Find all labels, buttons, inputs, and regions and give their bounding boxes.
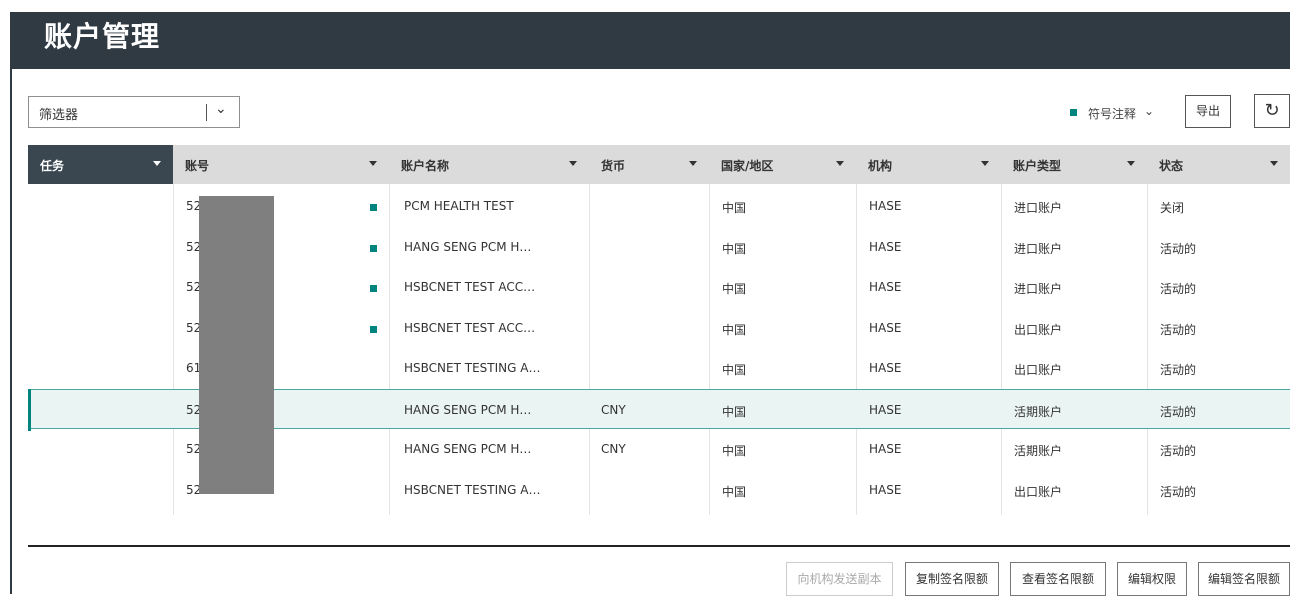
status-cell: 活动的 bbox=[1160, 444, 1197, 458]
account-name-cell: HSBCNET TESTING A… bbox=[404, 361, 541, 375]
account-name-cell: HSBCNET TEST ACC… bbox=[404, 320, 536, 335]
status-cell: 活动的 bbox=[1160, 241, 1197, 256]
institution-cell: HASE bbox=[869, 442, 902, 456]
view-signing-limit-button[interactable]: 查看签名限额 bbox=[1010, 562, 1106, 596]
account-type-cell: 活期账户 bbox=[1014, 404, 1063, 419]
caret-down-icon bbox=[836, 161, 844, 166]
institution-cell: HASE bbox=[869, 239, 902, 254]
institution-cell: HASE bbox=[869, 482, 902, 497]
column-header-account-type[interactable]: 账户类型 bbox=[1001, 145, 1147, 184]
status-cell: 活动的 bbox=[1160, 404, 1197, 419]
account-type-cell: 出口账户 bbox=[1014, 363, 1063, 377]
status-cell: 活动的 bbox=[1160, 484, 1197, 499]
institution-cell: HASE bbox=[869, 280, 902, 294]
content-left-border bbox=[10, 69, 12, 594]
legend-label: 符号注释 bbox=[1088, 107, 1137, 121]
page-title: 账户管理 bbox=[44, 20, 161, 53]
institution-cell: HASE bbox=[869, 320, 902, 335]
status-cell: 关闭 bbox=[1160, 201, 1185, 215]
status-cell: 活动的 bbox=[1160, 282, 1197, 296]
account-marker-icon bbox=[370, 285, 377, 292]
edit-permissions-button[interactable]: 编辑权限 bbox=[1117, 562, 1187, 596]
account-type-cell: 进口账户 bbox=[1014, 282, 1063, 296]
account-marker-icon bbox=[370, 204, 377, 211]
edit-signing-limit-button[interactable]: 编辑签名限额 bbox=[1198, 562, 1290, 596]
institution-cell: HASE bbox=[869, 402, 902, 417]
country-cell: 中国 bbox=[722, 363, 747, 377]
caret-down-icon bbox=[369, 161, 377, 166]
account-name-cell: HSBCNET TEST ACC… bbox=[404, 280, 536, 294]
country-cell: 中国 bbox=[722, 201, 747, 215]
footer-divider bbox=[28, 545, 1290, 547]
page-edge bbox=[0, 0, 10, 594]
column-header-currency[interactable]: 货币 bbox=[589, 145, 709, 184]
account-type-cell: 出口账户 bbox=[1014, 484, 1063, 499]
account-name-cell: HANG SENG PCM H… bbox=[404, 239, 532, 254]
redaction-block bbox=[199, 196, 274, 494]
currency-cell: CNY bbox=[601, 442, 626, 456]
export-button[interactable]: 导出 bbox=[1185, 95, 1231, 128]
caret-down-icon bbox=[981, 161, 989, 166]
institution-cell: HASE bbox=[869, 361, 902, 375]
account-type-cell: 活期账户 bbox=[1014, 444, 1063, 458]
status-cell: 活动的 bbox=[1160, 363, 1197, 377]
country-cell: 中国 bbox=[722, 282, 747, 296]
column-header-task[interactable]: 任务 bbox=[28, 145, 173, 184]
column-header-country[interactable]: 国家/地区 bbox=[709, 145, 856, 184]
chevron-down-icon: ⌄ bbox=[1144, 104, 1155, 118]
caret-down-icon bbox=[689, 161, 697, 166]
account-name-cell: PCM HEALTH TEST bbox=[404, 199, 514, 213]
app-frame: 账户管理 筛选器 ⌄ 符号注释 ⌄ 导出 ↻ 任务 账号 账户名称 货币 国家/… bbox=[0, 0, 1290, 596]
account-type-cell: 进口账户 bbox=[1014, 201, 1063, 215]
refresh-button[interactable]: ↻ bbox=[1254, 94, 1290, 128]
country-cell: 中国 bbox=[722, 404, 747, 419]
account-name-cell: HSBCNET TESTING A… bbox=[404, 482, 541, 497]
selected-row-indicator bbox=[28, 388, 31, 431]
account-name-cell: HANG SENG PCM H… bbox=[404, 402, 532, 417]
caret-down-icon bbox=[1270, 161, 1278, 166]
country-cell: 中国 bbox=[722, 444, 747, 458]
account-type-cell: 出口账户 bbox=[1014, 322, 1063, 337]
chevron-down-icon[interactable]: ⌄ bbox=[215, 101, 227, 117]
filter-dropdown[interactable]: 筛选器 ⌄ bbox=[28, 96, 240, 128]
caret-down-icon bbox=[1127, 161, 1135, 166]
caret-down-icon bbox=[153, 161, 161, 166]
country-cell: 中国 bbox=[722, 322, 747, 337]
status-cell: 活动的 bbox=[1160, 322, 1197, 337]
page-header: 账户管理 bbox=[10, 12, 1290, 69]
copy-signing-limit-button[interactable]: 复制签名限额 bbox=[905, 562, 999, 596]
account-marker-icon bbox=[370, 325, 377, 333]
currency-cell: CNY bbox=[601, 402, 626, 417]
caret-down-icon bbox=[569, 161, 577, 166]
filter-label: 筛选器 bbox=[39, 108, 79, 123]
account-name-cell: HANG SENG PCM H… bbox=[404, 442, 532, 456]
column-header-account-name[interactable]: 账户名称 bbox=[389, 145, 589, 184]
country-cell: 中国 bbox=[722, 484, 747, 499]
column-header-status[interactable]: 状态 bbox=[1147, 145, 1290, 184]
filter-divider bbox=[206, 104, 207, 121]
legend-marker-icon bbox=[1070, 109, 1077, 116]
country-cell: 中国 bbox=[722, 241, 747, 256]
refresh-icon: ↻ bbox=[1264, 100, 1280, 121]
account-marker-icon bbox=[370, 244, 377, 252]
column-header-account-number[interactable]: 账号 bbox=[173, 145, 389, 184]
table-header: 任务 账号 账户名称 货币 国家/地区 机构 账户类型 状态 bbox=[28, 145, 1290, 184]
send-copy-to-institution-button[interactable]: 向机构发送副本 bbox=[786, 562, 893, 596]
account-type-cell: 进口账户 bbox=[1014, 241, 1063, 256]
column-header-institution[interactable]: 机构 bbox=[856, 145, 1001, 184]
institution-cell: HASE bbox=[869, 199, 902, 213]
